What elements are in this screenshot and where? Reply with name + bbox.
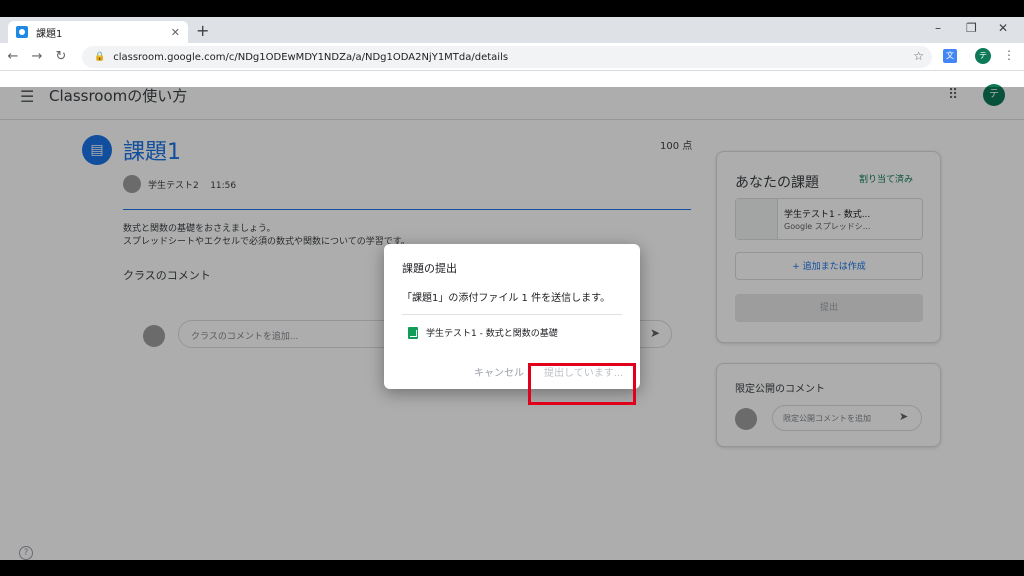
tab-strip: 課題1 ✕ + – ❐ ✕ (0, 17, 1024, 43)
dialog-message: 「課題1」の添付ファイル 1 件を送信します。 (402, 293, 611, 304)
close-window-button[interactable]: ✕ (998, 21, 1008, 35)
browser-menu-icon[interactable]: ⋮ (1003, 48, 1015, 62)
minimize-button[interactable]: – (935, 21, 941, 35)
dialog-attachment-name[interactable]: 学生テスト1 - 数式と関数の基礎 (426, 326, 558, 339)
address-bar[interactable]: 🔒 classroom.google.com/c/NDg1ODEwMDY1NDZ… (82, 46, 932, 68)
url-text: classroom.google.com/c/NDg1ODEwMDY1NDZa/… (113, 51, 509, 63)
screen-frame: 課題1 ✕ + – ❐ ✕ ← → ↻ 🔒 classroom.google.c… (0, 0, 1024, 576)
lock-icon: 🔒 (94, 52, 106, 62)
back-arrow-icon[interactable]: ← (2, 49, 24, 64)
dialog-title: 課題の提出 (402, 262, 457, 275)
tab-title: 課題1 (36, 28, 63, 40)
forward-arrow-icon[interactable]: → (26, 49, 48, 64)
tab-assignment[interactable]: 課題1 ✕ (8, 21, 188, 43)
browser-window: 課題1 ✕ + – ❐ ✕ ← → ↻ 🔒 classroom.google.c… (0, 17, 1024, 560)
classroom-favicon-icon (16, 26, 28, 38)
reload-icon[interactable]: ↻ (50, 49, 72, 64)
browser-toolbar: ← → ↻ 🔒 classroom.google.com/c/NDg1ODEwM… (0, 43, 1024, 71)
dialog-cancel-button[interactable]: キャンセル (474, 364, 524, 379)
tab-close-icon[interactable]: ✕ (171, 26, 180, 39)
highlight-annotation (528, 363, 636, 405)
dialog-divider (402, 314, 622, 315)
browser-profile-avatar[interactable]: テ (975, 48, 991, 64)
maximize-button[interactable]: ❐ (966, 21, 977, 35)
translate-extension-icon[interactable]: 文 (943, 49, 957, 63)
bookmark-star-icon[interactable]: ☆ (913, 49, 924, 63)
sheets-file-icon (408, 327, 418, 339)
new-tab-button[interactable]: + (196, 21, 209, 40)
